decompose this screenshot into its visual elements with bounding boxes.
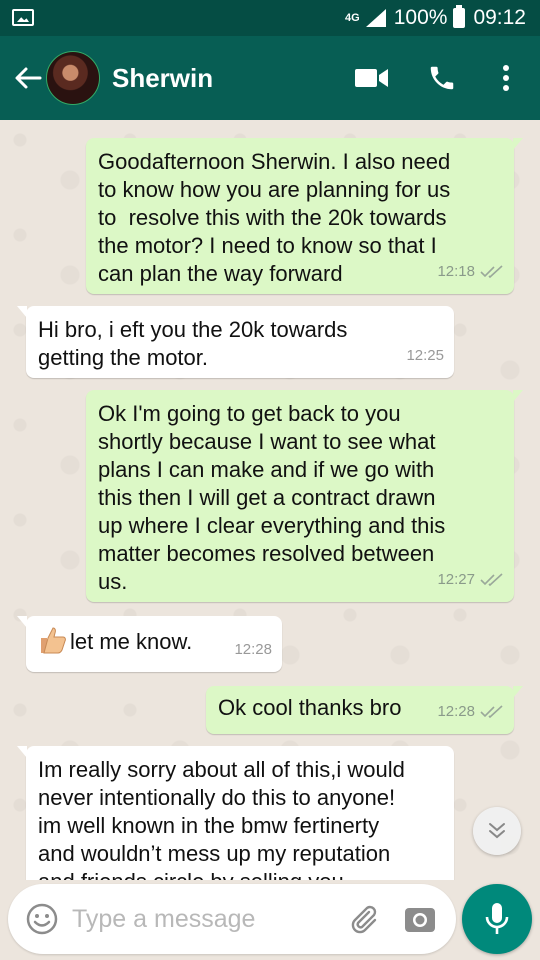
message-text: Im really sorry about all of this,i woul… xyxy=(38,757,405,880)
double-check-icon xyxy=(480,705,503,719)
phone-icon xyxy=(430,66,454,90)
message-meta: 12:18 xyxy=(437,258,504,286)
video-call-button[interactable] xyxy=(342,48,402,108)
attach-button[interactable] xyxy=(340,895,388,943)
gallery-notification-icon xyxy=(12,9,34,26)
chat-header: Sherwin xyxy=(0,36,540,120)
message-bubble[interactable]: let me know. 12:28 xyxy=(17,616,282,672)
status-bar: 4G 100% 09:12 xyxy=(0,0,540,36)
message-meta: 12:28 xyxy=(234,636,272,664)
double-check-icon xyxy=(480,573,503,587)
message-meta: 12:27 xyxy=(437,566,504,594)
arrow-left-icon xyxy=(15,67,42,89)
message-text: let me know. xyxy=(70,629,193,654)
menu-button[interactable] xyxy=(476,48,536,108)
camera-icon xyxy=(405,908,435,932)
back-button[interactable] xyxy=(8,58,48,98)
voice-call-button[interactable] xyxy=(412,48,472,108)
more-vert-icon xyxy=(503,65,509,91)
message-input[interactable] xyxy=(72,904,340,934)
emoji-button[interactable] xyxy=(18,895,66,943)
battery-icon xyxy=(453,5,466,28)
network-type: 4G xyxy=(345,12,360,24)
paperclip-icon xyxy=(351,905,377,934)
scroll-to-bottom-button[interactable] xyxy=(473,807,521,855)
message-bubble[interactable]: Ok I'm going to get back to you shortly … xyxy=(86,390,523,602)
message-bubble[interactable]: Im really sorry about all of this,i woul… xyxy=(17,746,454,880)
message-time: 12:28 xyxy=(437,703,475,720)
double-chevron-down-icon xyxy=(489,823,505,839)
camera-button[interactable] xyxy=(396,895,444,943)
message-meta: 12:25 xyxy=(406,342,444,370)
smiley-icon xyxy=(26,903,58,935)
message-bubble[interactable]: Goodafternoon Sherwin. I also need to kn… xyxy=(86,138,523,294)
microphone-icon xyxy=(485,903,509,934)
message-time: 12:27 xyxy=(437,571,475,588)
message-text: Hi bro, i eft you the 20k towards gettin… xyxy=(38,317,348,370)
clock: 09:12 xyxy=(473,6,526,29)
message-meta: 12:28 xyxy=(437,698,504,726)
chat-area[interactable]: Goodafternoon Sherwin. I also need to kn… xyxy=(0,120,540,880)
battery-percent: 100% xyxy=(393,6,448,29)
contact-name[interactable]: Sherwin xyxy=(112,63,342,94)
thumbs-up-emoji-icon xyxy=(41,627,66,654)
message-time: 12:25 xyxy=(406,347,444,364)
video-camera-icon xyxy=(355,69,388,87)
avatar[interactable] xyxy=(46,51,100,105)
voice-record-button[interactable] xyxy=(462,884,532,954)
message-bubble[interactable]: Ok cool thanks bro 12:28 xyxy=(206,686,523,734)
signal-icon xyxy=(365,9,386,27)
message-time: 12:28 xyxy=(234,641,272,658)
message-time: 12:18 xyxy=(437,263,475,280)
message-bubble[interactable]: Hi bro, i eft you the 20k towards gettin… xyxy=(17,306,454,378)
message-composer xyxy=(8,884,456,954)
double-check-icon xyxy=(480,265,503,279)
